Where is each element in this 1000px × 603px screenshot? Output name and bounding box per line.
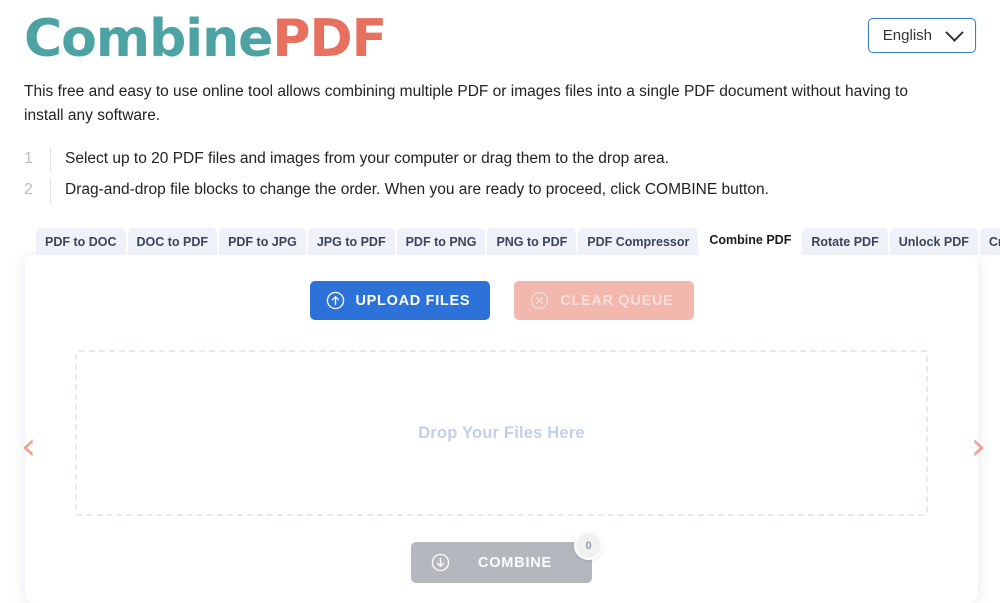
tool-panel: UPLOAD FILES CLEAR QUEUE Drop Your Files… xyxy=(25,255,978,603)
step-divider xyxy=(50,146,51,172)
tool-panel-wrapper: ‹ › UPLOAD FILES CLEAR QUEUE Drop Your F… xyxy=(21,255,986,603)
carousel-next-icon[interactable]: › xyxy=(971,427,986,465)
queue-count-badge: 0 xyxy=(574,531,604,561)
combine-button-label: COMBINE xyxy=(477,554,553,571)
tool-tabs: PDF to DOC DOC to PDF PDF to JPG JPG to … xyxy=(36,225,1000,256)
step-text: Select up to 20 PDF files and images fro… xyxy=(65,150,669,168)
tab-unlock-pdf[interactable]: Unlock PDF xyxy=(889,227,978,256)
combine-button-wrapper: COMBINE 0 xyxy=(410,531,604,584)
logo-text-combine: Combine xyxy=(24,9,273,69)
language-selector-label: English xyxy=(882,27,932,44)
tab-pdf-to-png[interactable]: PDF to PNG xyxy=(396,227,486,256)
close-circle-icon xyxy=(531,291,549,310)
upload-files-label: UPLOAD FILES xyxy=(355,292,471,309)
list-item: 1 Select up to 20 PDF files and images f… xyxy=(24,144,976,175)
dropzone-label: Drop Your Files Here xyxy=(418,423,585,442)
clear-queue-label: CLEAR QUEUE xyxy=(560,292,674,309)
tab-jpg-to-pdf[interactable]: JPG to PDF xyxy=(307,227,395,256)
tab-png-to-pdf[interactable]: PNG to PDF xyxy=(487,227,577,256)
download-circle-icon xyxy=(431,553,450,572)
tab-crop-pdf[interactable]: Crop PDF xyxy=(979,227,1000,256)
tab-doc-to-pdf[interactable]: DOC to PDF xyxy=(127,227,218,256)
carousel-prev-icon[interactable]: ‹ xyxy=(21,427,36,465)
tab-pdf-compressor[interactable]: PDF Compressor xyxy=(578,227,699,256)
clear-queue-button[interactable]: CLEAR QUEUE xyxy=(514,281,694,321)
step-divider xyxy=(50,177,51,203)
file-dropzone[interactable]: Drop Your Files Here xyxy=(75,350,928,517)
combine-button-row: COMBINE 0 xyxy=(25,531,978,603)
intro-paragraph: This free and easy to use online tool al… xyxy=(24,82,908,124)
combine-button[interactable]: COMBINE xyxy=(410,542,593,584)
logo-text-pdf: PDF xyxy=(272,9,387,69)
step-number: 1 xyxy=(24,150,33,168)
list-item: 2 Drag-and-drop file blocks to change th… xyxy=(24,175,976,206)
steps-list: 1 Select up to 20 PDF files and images f… xyxy=(24,144,976,206)
tab-pdf-to-jpg[interactable]: PDF to JPG xyxy=(219,227,306,256)
step-number: 2 xyxy=(24,181,33,199)
tab-rotate-pdf[interactable]: Rotate PDF xyxy=(802,227,888,256)
tab-pdf-to-doc[interactable]: PDF to DOC xyxy=(36,227,126,256)
site-logo: CombinePDF xyxy=(24,9,387,70)
upload-files-button[interactable]: UPLOAD FILES xyxy=(309,281,491,321)
action-button-row: UPLOAD FILES CLEAR QUEUE xyxy=(25,281,978,321)
step-text: Drag-and-drop file blocks to change the … xyxy=(65,181,769,199)
language-selector[interactable]: English xyxy=(867,18,976,53)
chevron-down-icon xyxy=(945,23,964,42)
page-header: CombinePDF English xyxy=(0,0,1000,70)
upload-circle-icon xyxy=(326,291,344,310)
tab-combine-pdf[interactable]: Combine PDF xyxy=(700,225,801,256)
